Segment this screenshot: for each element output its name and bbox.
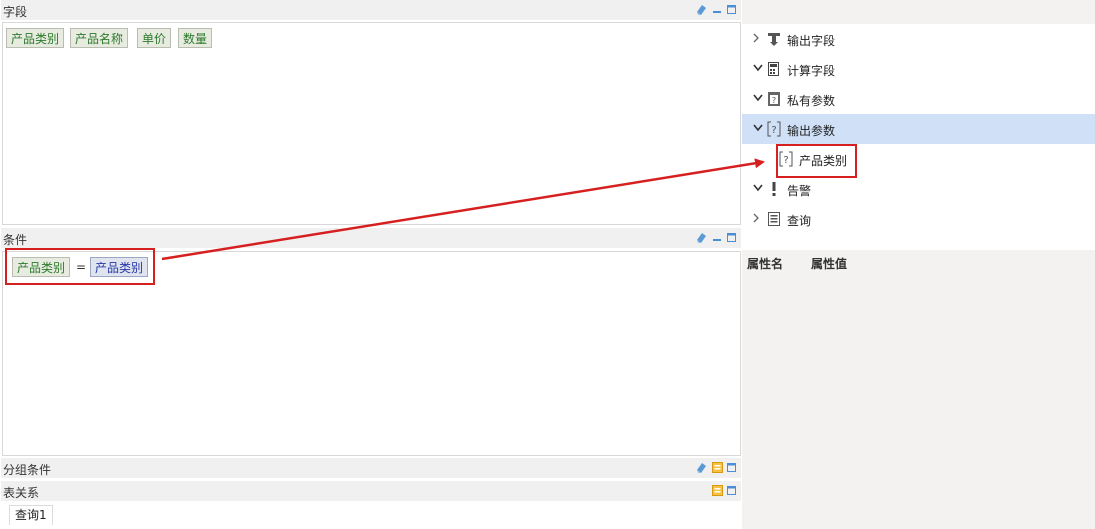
annotation-arrow xyxy=(161,158,765,261)
